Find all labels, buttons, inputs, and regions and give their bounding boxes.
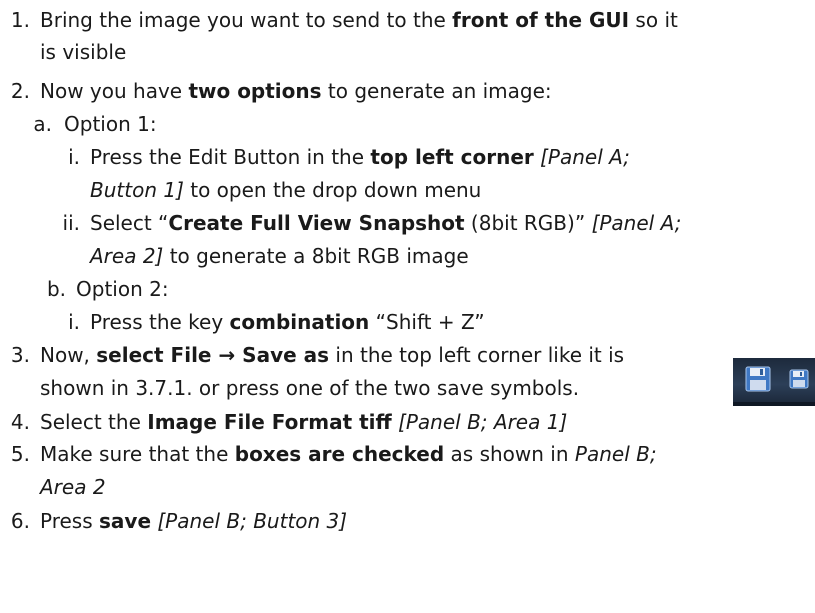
text-segment: Now you have: [40, 79, 189, 103]
step-text-line: Button 1] to open the drop down menu: [90, 174, 481, 206]
bold-text: combination: [229, 310, 370, 334]
step-number: 3.: [10, 343, 30, 367]
italic-text: [Panel B; Area 1]: [398, 410, 568, 434]
step-text-line: Press save [Panel B; Button 3]: [40, 505, 347, 537]
save-small-icon[interactable]: [789, 369, 809, 389]
step-number: 4.: [10, 410, 30, 434]
italic-text: [Panel A;: [591, 211, 682, 235]
text-segment: in the top left corner like it is: [329, 343, 625, 367]
italic-text: [Panel B; Button 3]: [157, 509, 348, 533]
bold-text: save: [99, 509, 152, 533]
text-segment: “Shift + Z”: [369, 310, 485, 334]
step-text-line: Now you have two options to generate an …: [40, 75, 552, 107]
step-text-line: Area 2] to generate a 8bit RGB image: [90, 240, 469, 272]
bold-text: Image File Format tiff: [147, 410, 392, 434]
text-segment: is visible: [40, 40, 127, 64]
bold-text: Create Full View Snapshot: [168, 211, 465, 235]
bold-text: boxes are checked: [234, 442, 445, 466]
step-number: a.: [33, 112, 52, 136]
save-icon[interactable]: [745, 366, 771, 392]
italic-text: Panel B;: [574, 442, 657, 466]
step-text-line: Make sure that the boxes are checked as …: [40, 438, 657, 470]
text-segment: shown in 3.7.1. or press one of the two …: [40, 376, 580, 400]
text-segment: to open the drop down menu: [183, 178, 482, 202]
step-text-line: Area 2: [40, 471, 106, 503]
italic-text: Area 2: [40, 475, 106, 499]
step-text-line: is visible: [40, 36, 126, 68]
text-segment: (8bit RGB)”: [464, 211, 592, 235]
step-text-line: Select the Image File Format tiff [Panel…: [40, 406, 567, 438]
italic-text: Button 1]: [90, 178, 184, 202]
bold-text: front of the GUI: [452, 8, 630, 32]
text-segment: so it: [629, 8, 678, 32]
step-text-line: Select “Create Full View Snapshot (8bit …: [90, 207, 681, 239]
text-segment: Select “: [90, 211, 169, 235]
italic-text: Area 2]: [90, 244, 164, 268]
text-segment: Press: [40, 509, 99, 533]
text-segment: as shown in: [444, 442, 575, 466]
step-number: 1.: [10, 8, 30, 32]
step-number: i.: [68, 145, 80, 169]
text-segment: Bring the image you want to send to the: [40, 8, 453, 32]
step-number: 6.: [10, 509, 30, 533]
text-segment: to generate an image:: [321, 79, 552, 103]
italic-text: [Panel A;: [540, 145, 630, 169]
step-number: 5.: [10, 442, 30, 466]
bold-text: select File → Save as: [96, 343, 330, 367]
step-text-line: Press the key combination “Shift + Z”: [90, 306, 485, 338]
step-text-line: Press the Edit Button in the top left co…: [90, 141, 630, 173]
step-text-line: Now, select File → Save as in the top le…: [40, 339, 624, 371]
save-icons-toolbar: [733, 358, 815, 406]
step-text-line: shown in 3.7.1. or press one of the two …: [40, 372, 579, 404]
step-text-line: Option 1:: [64, 108, 157, 140]
text-segment: Option 1:: [64, 112, 157, 136]
step-number: ii.: [62, 211, 80, 235]
text-segment: Press the key: [90, 310, 230, 334]
bold-text: top left corner: [370, 145, 534, 169]
step-text-line: Option 2:: [76, 273, 169, 305]
text-segment: to generate a 8bit RGB image: [163, 244, 469, 268]
bold-text: two options: [188, 79, 322, 103]
text-segment: Option 2:: [76, 277, 169, 301]
text-segment: Select the: [40, 410, 148, 434]
text-segment: Press the Edit Button in the: [90, 145, 371, 169]
step-text-line: Bring the image you want to send to the …: [40, 4, 678, 36]
step-number: i.: [68, 310, 80, 334]
text-segment: Now,: [40, 343, 97, 367]
step-number: b.: [46, 277, 66, 301]
text-segment: Make sure that the: [40, 442, 235, 466]
step-number: 2.: [10, 79, 30, 103]
